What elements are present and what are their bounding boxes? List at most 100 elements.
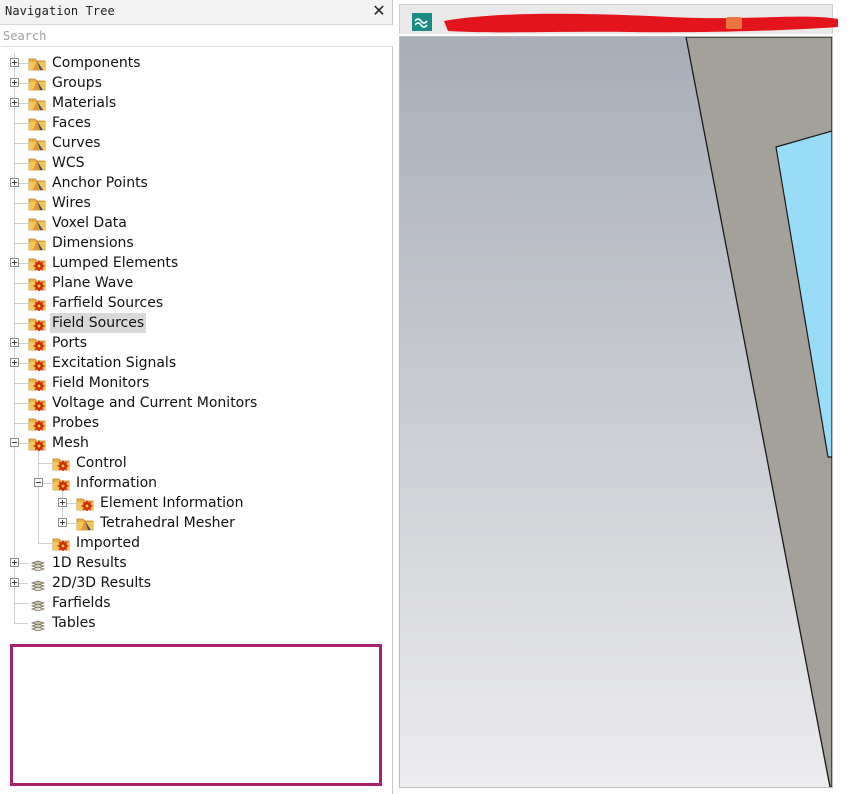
tree-item[interactable]: Ports	[0, 333, 380, 353]
collapse-icon[interactable]	[10, 438, 19, 447]
tree-item-label[interactable]: Plane Wave	[50, 273, 135, 293]
tree-item-label[interactable]: Faces	[50, 113, 93, 133]
folder-geometry-icon	[28, 195, 46, 211]
tree-item-label[interactable]: Tetrahedral Mesher	[98, 513, 237, 533]
expand-icon[interactable]	[10, 258, 19, 267]
expand-icon[interactable]	[10, 178, 19, 187]
tree-item[interactable]: Materials	[0, 93, 380, 113]
tree-item[interactable]: Control	[0, 453, 380, 473]
tree-item[interactable]: 1D Results	[0, 553, 380, 573]
tree-item[interactable]: Imported	[0, 533, 380, 553]
folder-geometry-icon	[28, 75, 46, 91]
navigation-tree-panel: Navigation Tree ✕ ComponentsGroupsMateri…	[0, 0, 393, 794]
tree-item[interactable]: Field Sources	[0, 313, 380, 333]
viewport-area	[393, 0, 864, 794]
tree-item-label[interactable]: Anchor Points	[50, 173, 150, 193]
tree-item-label[interactable]: Materials	[50, 93, 118, 113]
tree-item-label[interactable]: Probes	[50, 413, 101, 433]
tree-item-label[interactable]: Field Sources	[50, 313, 147, 333]
tree-item[interactable]: Faces	[0, 113, 380, 133]
tree-item-label[interactable]: 2D/3D Results	[50, 573, 153, 593]
tree-item[interactable]: Farfields	[0, 593, 380, 613]
folder-gear-icon	[76, 495, 94, 512]
folder-results-icon	[28, 555, 46, 572]
tree-item-label[interactable]: Voltage and Current Monitors	[50, 393, 259, 413]
tree-item-label[interactable]: Tables	[50, 613, 98, 633]
tree-item-label[interactable]: Control	[74, 453, 129, 473]
expand-icon[interactable]	[10, 78, 19, 87]
tree-item[interactable]: Excitation Signals	[0, 353, 380, 373]
tree-item-label[interactable]: Imported	[74, 533, 142, 553]
3d-model-viewport[interactable]	[399, 36, 833, 788]
tree-item[interactable]: 2D/3D Results	[0, 573, 380, 593]
tree-item[interactable]: Farfield Sources	[0, 293, 380, 313]
document-tab-strip	[393, 0, 864, 36]
tree-item[interactable]: Components	[0, 53, 380, 73]
expand-icon[interactable]	[58, 498, 67, 507]
folder-gear-icon	[52, 475, 70, 492]
expand-icon[interactable]	[10, 578, 19, 587]
folder-results-icon	[28, 615, 46, 632]
tree-item-label[interactable]: Voxel Data	[50, 213, 129, 233]
expand-icon[interactable]	[10, 58, 19, 67]
redacted-tab-label	[444, 13, 838, 33]
tree-item[interactable]: WCS	[0, 153, 380, 173]
expand-icon[interactable]	[10, 338, 19, 347]
tree-item-label[interactable]: Components	[50, 53, 143, 73]
tree-item[interactable]: Dimensions	[0, 233, 380, 253]
highlighted-empty-area	[10, 644, 382, 786]
cst-wave-icon	[412, 13, 432, 31]
tree-item-label[interactable]: Groups	[50, 73, 104, 93]
tree-item-label[interactable]: Excitation Signals	[50, 353, 178, 373]
expand-icon[interactable]	[58, 518, 67, 527]
folder-gear-icon	[52, 455, 70, 472]
folder-gear-icon	[28, 275, 46, 292]
tree-item-label[interactable]: Lumped Elements	[50, 253, 180, 273]
folder-gear-icon	[28, 355, 46, 372]
tree-item-label[interactable]: Ports	[50, 333, 89, 353]
tree-item[interactable]: Curves	[0, 133, 380, 153]
folder-geometry-icon	[28, 55, 46, 71]
tree-item[interactable]: Tables	[0, 613, 380, 633]
tree-item[interactable]: Information	[0, 473, 380, 493]
tree-item-label[interactable]: Farfield Sources	[50, 293, 165, 313]
tree-item[interactable]: Field Monitors	[0, 373, 380, 393]
tree-item[interactable]: Tetrahedral Mesher	[0, 513, 380, 533]
folder-geometry-icon	[28, 215, 46, 231]
expand-icon[interactable]	[10, 558, 19, 567]
tree-item[interactable]: Anchor Points	[0, 173, 380, 193]
tree-item[interactable]: Voltage and Current Monitors	[0, 393, 380, 413]
tree-item-label[interactable]: Dimensions	[50, 233, 136, 253]
tree-item[interactable]: Lumped Elements	[0, 253, 380, 273]
collapse-icon[interactable]	[34, 478, 43, 487]
tree-item-label[interactable]: Farfields	[50, 593, 113, 613]
tree-item[interactable]: Probes	[0, 413, 380, 433]
tree-item[interactable]: Mesh	[0, 433, 380, 453]
tree-item-label[interactable]: 1D Results	[50, 553, 129, 573]
folder-geometry-icon	[28, 235, 46, 251]
tree-item-label[interactable]: Element Information	[98, 493, 245, 513]
tree-item-label[interactable]: WCS	[50, 153, 87, 173]
tree-item-label[interactable]: Curves	[50, 133, 103, 153]
tree-item-label[interactable]: Field Monitors	[50, 373, 151, 393]
folder-geometry-icon	[28, 175, 46, 191]
expand-icon[interactable]	[10, 358, 19, 367]
folder-gear-icon	[28, 435, 46, 452]
tree-item[interactable]: Voxel Data	[0, 213, 380, 233]
tree-item-label[interactable]: Wires	[50, 193, 93, 213]
folder-gear-icon	[28, 255, 46, 272]
expand-icon[interactable]	[10, 98, 19, 107]
tree-item-label[interactable]: Mesh	[50, 433, 91, 453]
3d-scene	[400, 37, 832, 787]
folder-gear-icon	[28, 395, 46, 412]
folder-gear-icon	[28, 335, 46, 352]
tree-item[interactable]: Plane Wave	[0, 273, 380, 293]
folder-gear-icon	[28, 375, 46, 392]
tree-item[interactable]: Groups	[0, 73, 380, 93]
folder-geometry-icon	[28, 155, 46, 171]
document-tab[interactable]	[399, 4, 838, 34]
tree-item-label[interactable]: Information	[74, 473, 159, 493]
tree-item[interactable]: Element Information	[0, 493, 380, 513]
folder-geometry-icon	[28, 135, 46, 151]
tree-item[interactable]: Wires	[0, 193, 380, 213]
